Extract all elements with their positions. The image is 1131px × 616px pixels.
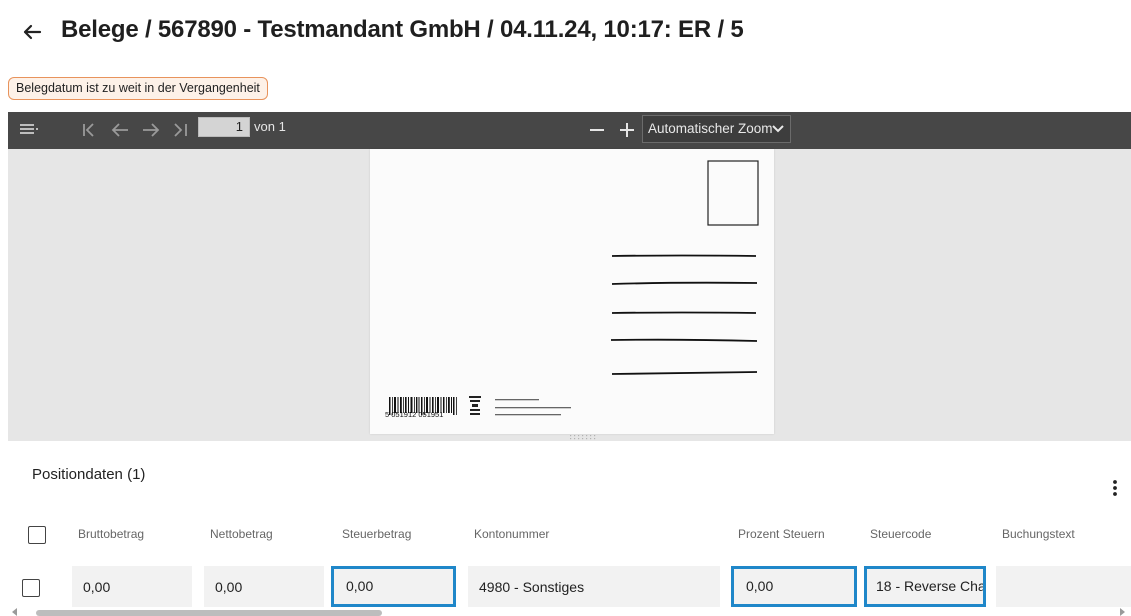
postcard-image: 5 051912 051951: [385, 160, 759, 419]
more-options-button[interactable]: [1106, 478, 1124, 498]
column-header-buchungstext[interactable]: Buchungstext: [1002, 527, 1075, 541]
next-page-button[interactable]: [139, 118, 163, 142]
arrow-left-icon: [23, 24, 42, 40]
previous-page-button[interactable]: [108, 118, 132, 142]
first-page-button[interactable]: [78, 118, 102, 142]
last-page-icon: [174, 123, 187, 137]
sidebar-toggle-button[interactable]: [17, 118, 41, 142]
more-vertical-icon: [1113, 480, 1117, 496]
column-header-prozent-steuern[interactable]: Prozent Steuern: [738, 527, 825, 541]
column-header-bruttobetrag[interactable]: Bruttobetrag: [78, 527, 144, 541]
column-header-steuerbetrag[interactable]: Steuerbetrag: [342, 527, 411, 541]
pdf-page: 5 051912 051951: [370, 149, 774, 434]
resize-handle-icon[interactable]: [568, 435, 600, 440]
zoom-in-button[interactable]: [615, 118, 639, 142]
column-header-nettobetrag[interactable]: Nettobetrag: [210, 527, 273, 541]
column-header-steuercode[interactable]: Steuercode: [870, 527, 931, 541]
page-header: Belege / 567890 - Testmandant GmbH / 04.…: [0, 0, 1131, 64]
pdf-toolbar: 1 von 1 Automatischer Zoom: [8, 112, 1131, 149]
nettobetrag-field[interactable]: 0,00: [204, 566, 324, 607]
steuerbetrag-field[interactable]: 0,00: [331, 566, 456, 607]
next-page-icon: [143, 123, 160, 137]
page-title: Belege / 567890 - Testmandant GmbH / 04.…: [61, 16, 744, 43]
page-number-input[interactable]: 1: [198, 117, 250, 137]
first-page-icon: [83, 123, 94, 137]
select-all-checkbox[interactable]: [28, 526, 46, 544]
last-page-button[interactable]: [169, 118, 193, 142]
zoom-select-label: Automatischer Zoom: [648, 121, 773, 136]
column-header-kontonummer[interactable]: Kontonummer: [474, 527, 549, 541]
previous-page-icon: [111, 123, 128, 137]
row-checkbox[interactable]: [22, 579, 40, 597]
sidebar-toggle-icon: [20, 124, 38, 134]
kontonummer-field[interactable]: 4980 - Sonstiges: [468, 566, 720, 607]
zoom-in-icon: [620, 123, 634, 137]
chevron-down-icon: [772, 125, 784, 133]
scroll-left-icon[interactable]: [9, 607, 19, 616]
page: Belege / 567890 - Testmandant GmbH / 04.…: [0, 0, 1131, 616]
warning-badge: Belegdatum ist zu weit in der Vergangenh…: [8, 77, 268, 100]
back-button[interactable]: [18, 18, 46, 46]
zoom-out-icon: [590, 129, 604, 131]
bruttobetrag-field[interactable]: 0,00: [72, 566, 192, 607]
prozent-steuern-field[interactable]: 0,00: [731, 566, 857, 607]
horizontal-scrollbar-thumb[interactable]: [36, 610, 382, 616]
pdf-viewer[interactable]: 5 051912 051951: [8, 149, 1131, 441]
buchungstext-field[interactable]: [996, 566, 1131, 607]
page-count-label: von 1: [254, 119, 286, 134]
scroll-right-icon[interactable]: [1118, 607, 1128, 616]
zoom-select[interactable]: Automatischer Zoom: [642, 115, 791, 143]
positions-section-title: Positiondaten (1): [32, 466, 146, 483]
zoom-out-button[interactable]: [585, 118, 609, 142]
svg-text:5 051912 051951: 5 051912 051951: [385, 410, 443, 419]
steuercode-field[interactable]: 18 - Reverse Charge: [864, 566, 986, 607]
